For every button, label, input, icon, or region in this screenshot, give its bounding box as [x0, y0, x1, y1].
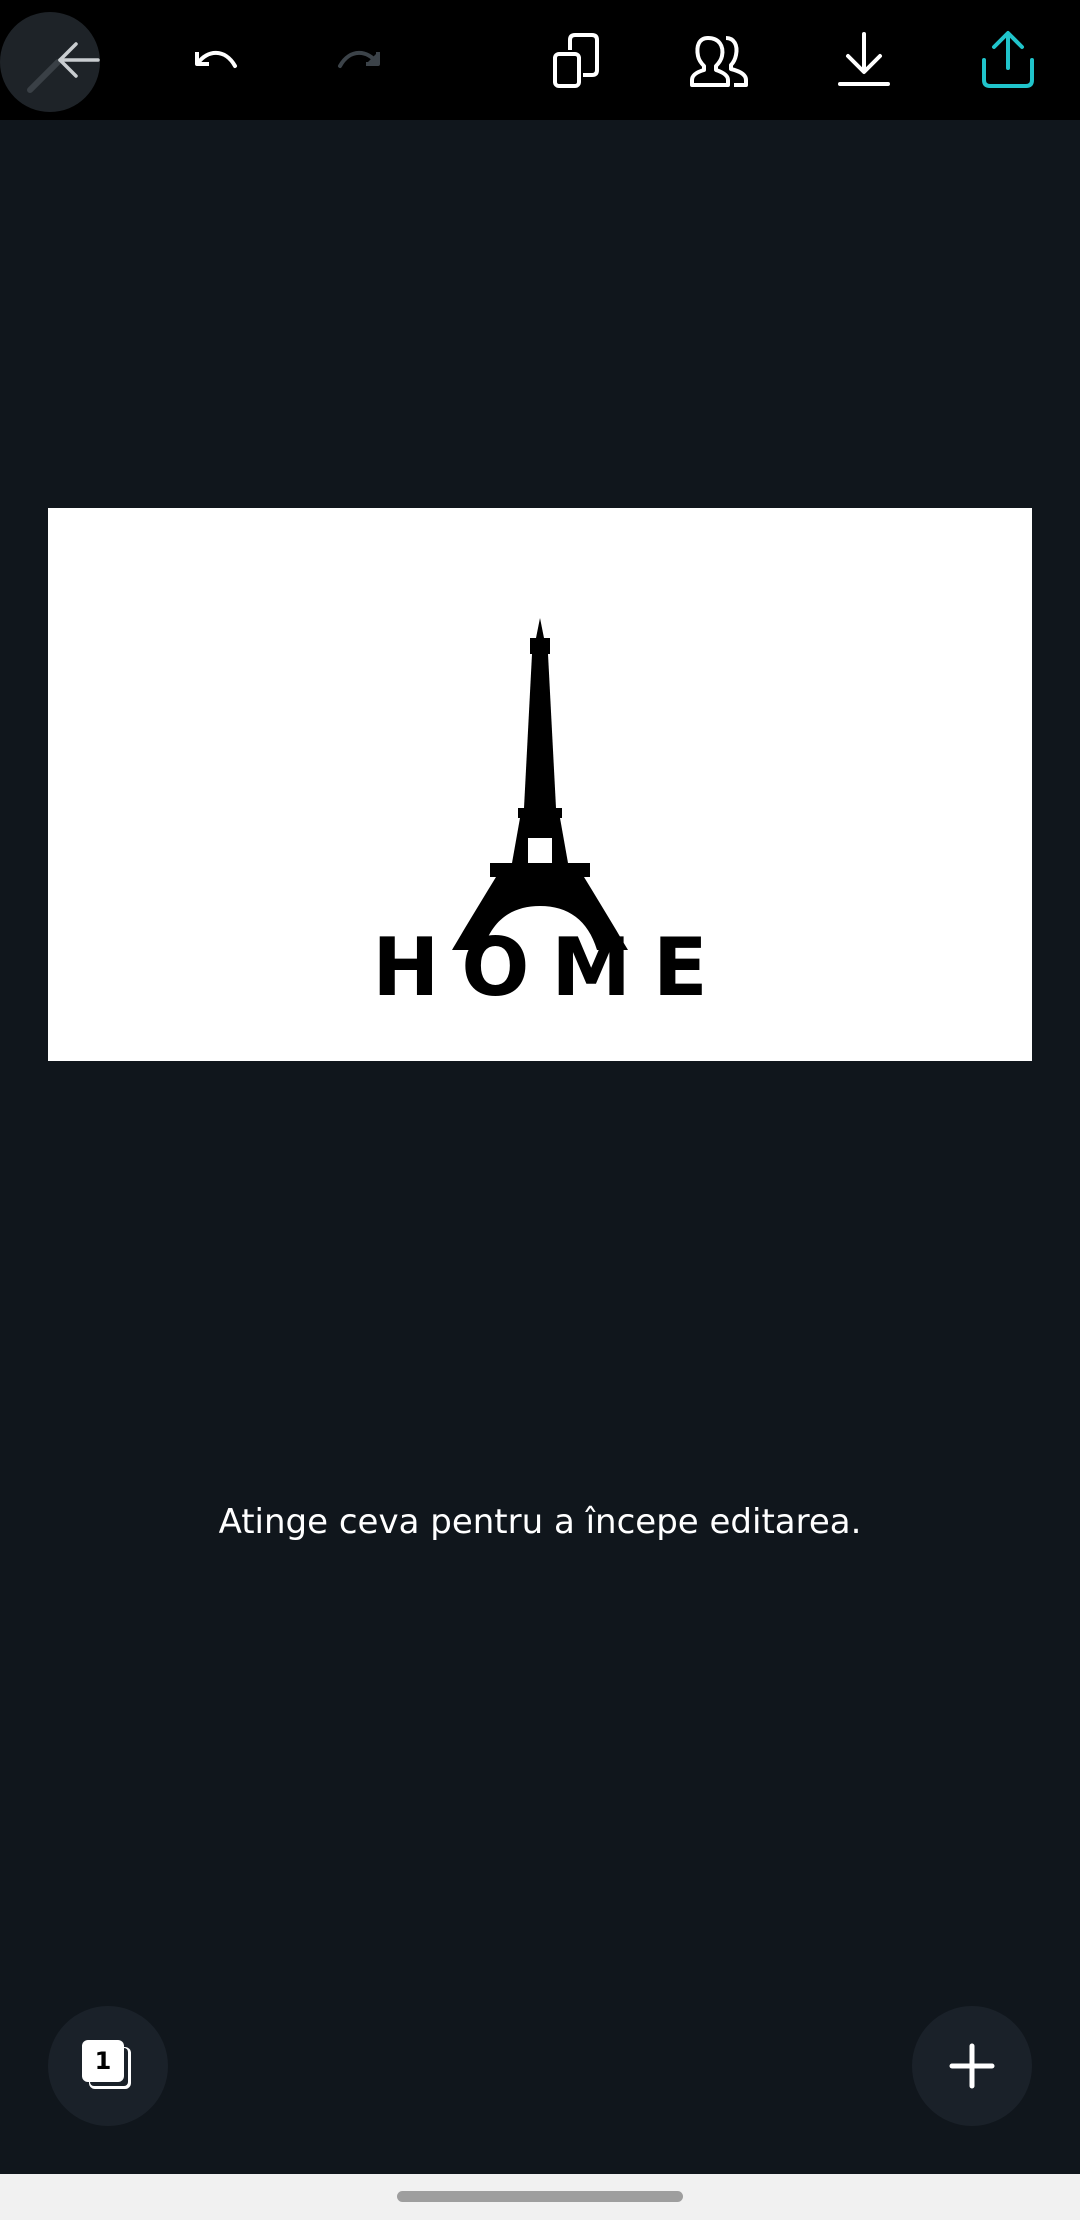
home-text[interactable]: HOME: [48, 928, 1032, 1008]
undo-icon: [195, 50, 237, 68]
home-gesture-handle[interactable]: [397, 2191, 683, 2202]
pages-icon: 1: [82, 2040, 124, 2082]
collaborate-icon: [690, 36, 748, 87]
design-canvas[interactable]: HOME: [48, 508, 1032, 1061]
top-toolbar: [0, 0, 1080, 120]
collaborate-button[interactable]: [660, 0, 780, 120]
download-icon: [838, 32, 890, 86]
system-navigation-bar: [0, 2174, 1080, 2220]
share-button[interactable]: [948, 0, 1068, 120]
redo-button[interactable]: [300, 0, 420, 120]
plus-icon: [949, 2043, 995, 2089]
back-arrow-icon: [27, 42, 100, 93]
share-icon: [982, 31, 1034, 88]
add-element-button[interactable]: [912, 2006, 1032, 2126]
duplicate-button[interactable]: [516, 0, 636, 120]
redo-icon: [338, 50, 380, 68]
edit-hint-text: Atinge ceva pentru a începe editarea.: [218, 1502, 862, 1542]
back-button[interactable]: [10, 0, 130, 120]
copy-icon: [553, 33, 599, 88]
editor-screen: HOME Atinge ceva pentru a începe editare…: [0, 0, 1080, 2220]
download-button[interactable]: [804, 0, 924, 120]
undo-button[interactable]: [155, 0, 275, 120]
pages-button[interactable]: 1: [48, 2006, 168, 2126]
